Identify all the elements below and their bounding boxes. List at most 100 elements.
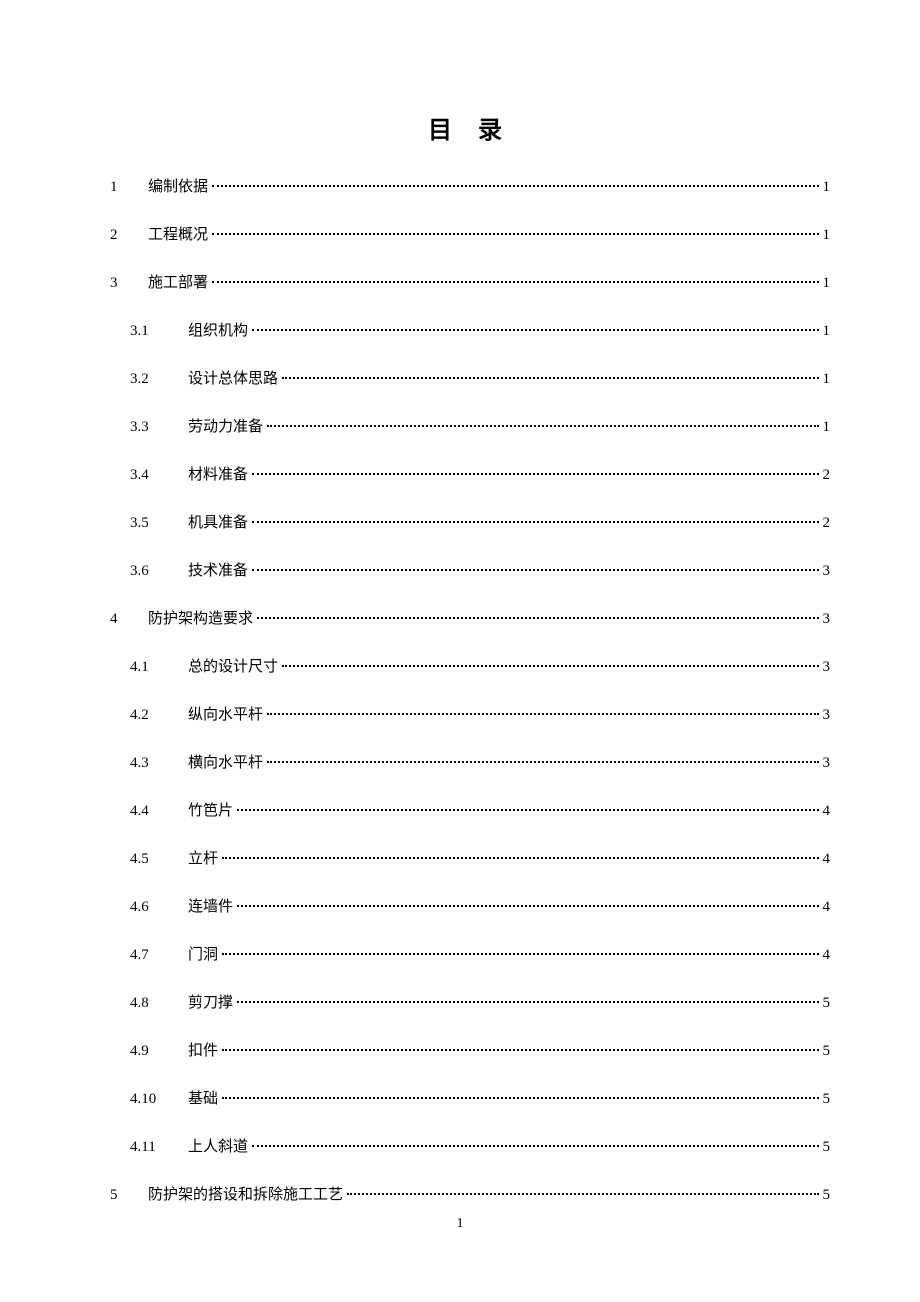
toc-entry-page: 4 <box>823 899 831 916</box>
toc-entry: 3.1组织机构1 <box>110 319 830 339</box>
toc-entry-label: 纵向水平杆 <box>188 703 263 724</box>
toc-leader-dots <box>222 857 818 859</box>
toc-entry: 4.4竹笆片 4 <box>110 799 830 819</box>
toc-entry-page: 4 <box>823 851 831 868</box>
toc-entry-page: 2 <box>823 515 831 532</box>
toc-entry-page: 4 <box>823 803 831 820</box>
toc-entry-page: 2 <box>823 467 831 484</box>
toc-leader-dots <box>212 281 818 283</box>
toc-entry-label: 机具准备 <box>188 511 248 532</box>
toc-entry-label: 组织机构 <box>188 319 248 340</box>
toc-entry: 4.11上人斜道 5 <box>110 1135 830 1155</box>
toc-entry: 5防护架的搭设和拆除施工工艺5 <box>110 1183 830 1203</box>
toc-entry-label: 编制依据 <box>148 175 208 196</box>
toc-entry-label: 剪刀撑 <box>188 991 233 1012</box>
toc-entry-number: 4.3 <box>130 755 188 772</box>
toc-entry: 1编制依据1 <box>110 175 830 195</box>
toc-entry-label: 立杆 <box>188 847 218 868</box>
toc-entry-page: 1 <box>823 227 831 244</box>
toc-leader-dots <box>212 185 818 187</box>
toc-entry-page: 5 <box>823 1139 831 1156</box>
toc-entry: 3.2设计总体思路1 <box>110 367 830 387</box>
toc-entry-number: 4.9 <box>130 1043 188 1060</box>
toc-entry-number: 4.8 <box>130 995 188 1012</box>
toc-entry-number: 3.3 <box>130 419 188 436</box>
toc-entry-number: 3 <box>110 275 148 292</box>
toc-leader-dots <box>237 1001 818 1003</box>
toc-leader-dots <box>347 1193 818 1195</box>
toc-entry-label: 门洞 <box>188 943 218 964</box>
toc-entry: 4.10基础5 <box>110 1087 830 1107</box>
toc-leader-dots <box>222 953 818 955</box>
toc-title: 目 录 <box>110 110 830 145</box>
toc-entry-number: 1 <box>110 179 148 196</box>
toc-entry-page: 5 <box>823 1043 831 1060</box>
toc-entry-label: 劳动力准备 <box>188 415 263 436</box>
toc-entry-number: 4.5 <box>130 851 188 868</box>
toc-entry-number: 3.1 <box>130 323 188 340</box>
toc-entry-number: 3.6 <box>130 563 188 580</box>
toc-entry: 3.6技术准备 3 <box>110 559 830 579</box>
toc-entry-page: 1 <box>823 419 831 436</box>
toc-entry-label: 横向水平杆 <box>188 751 263 772</box>
toc-leader-dots <box>257 617 818 619</box>
toc-entry: 3施工部署1 <box>110 271 830 291</box>
toc-leader-dots <box>237 809 818 811</box>
toc-leader-dots <box>237 905 818 907</box>
toc-entry-number: 4.11 <box>130 1139 188 1156</box>
toc-entry-page: 3 <box>823 659 831 676</box>
toc-leader-dots <box>222 1049 818 1051</box>
toc-entry-label: 施工部署 <box>148 271 208 292</box>
toc-entry-label: 扣件 <box>188 1039 218 1060</box>
toc-leader-dots <box>252 473 818 475</box>
toc-entry-page: 3 <box>823 707 831 724</box>
toc-entry-label: 防护架的搭设和拆除施工工艺 <box>148 1183 343 1204</box>
footer-page-number: 1 <box>457 1216 464 1231</box>
toc-entry-page: 3 <box>823 755 831 772</box>
toc-leader-dots <box>252 329 818 331</box>
document-page: 目 录 1编制依据12工程概况13施工部署13.1组织机构13.2设计总体思路1… <box>0 0 920 1203</box>
toc-leader-dots <box>252 569 818 571</box>
toc-entry-page: 3 <box>823 563 831 580</box>
toc-entry-label: 上人斜道 <box>188 1135 248 1156</box>
toc-leader-dots <box>222 1097 818 1099</box>
toc-entry-number: 4 <box>110 611 148 628</box>
toc-entry: 3.3劳动力准备 1 <box>110 415 830 435</box>
toc-entry: 4.5立杆 4 <box>110 847 830 867</box>
toc-entry: 4.7门洞4 <box>110 943 830 963</box>
toc-entry-page: 5 <box>823 995 831 1012</box>
toc-entry-label: 设计总体思路 <box>188 367 278 388</box>
toc-entry-page: 5 <box>823 1091 831 1108</box>
toc-entry-label: 连墙件 <box>188 895 233 916</box>
toc-entry-number: 2 <box>110 227 148 244</box>
toc-entry: 4.1总的设计尺寸 3 <box>110 655 830 675</box>
toc-entry-page: 5 <box>823 1187 831 1204</box>
toc-leader-dots <box>212 233 818 235</box>
page-footer: 1 <box>0 1216 920 1232</box>
toc-entry-number: 4.4 <box>130 803 188 820</box>
toc-leader-dots <box>252 521 818 523</box>
toc-entry-page: 1 <box>823 371 831 388</box>
toc-entry: 4.9扣件 5 <box>110 1039 830 1059</box>
toc-entry: 4防护架构造要求 3 <box>110 607 830 627</box>
toc-entry-label: 工程概况 <box>148 223 208 244</box>
toc-entry: 4.3横向水平杆 3 <box>110 751 830 771</box>
toc-entry: 3.4材料准备2 <box>110 463 830 483</box>
toc-entry: 4.8剪刀撑 5 <box>110 991 830 1011</box>
toc-entry-number: 4.7 <box>130 947 188 964</box>
toc-entry-number: 4.2 <box>130 707 188 724</box>
toc-entry-page: 3 <box>823 611 831 628</box>
toc-entry-number: 3.5 <box>130 515 188 532</box>
toc-entry-label: 竹笆片 <box>188 799 233 820</box>
toc-entry-number: 4.1 <box>130 659 188 676</box>
toc-entry-number: 3.4 <box>130 467 188 484</box>
toc-entry-number: 4.10 <box>130 1091 188 1108</box>
toc-leader-dots <box>282 665 818 667</box>
toc-leader-dots <box>252 1145 818 1147</box>
toc-entry-label: 防护架构造要求 <box>148 607 253 628</box>
toc-entry-label: 技术准备 <box>188 559 248 580</box>
toc-leader-dots <box>267 761 818 763</box>
toc-entry-label: 总的设计尺寸 <box>188 655 278 676</box>
toc-entry-number: 5 <box>110 1187 148 1204</box>
toc-entry-page: 1 <box>823 179 831 196</box>
